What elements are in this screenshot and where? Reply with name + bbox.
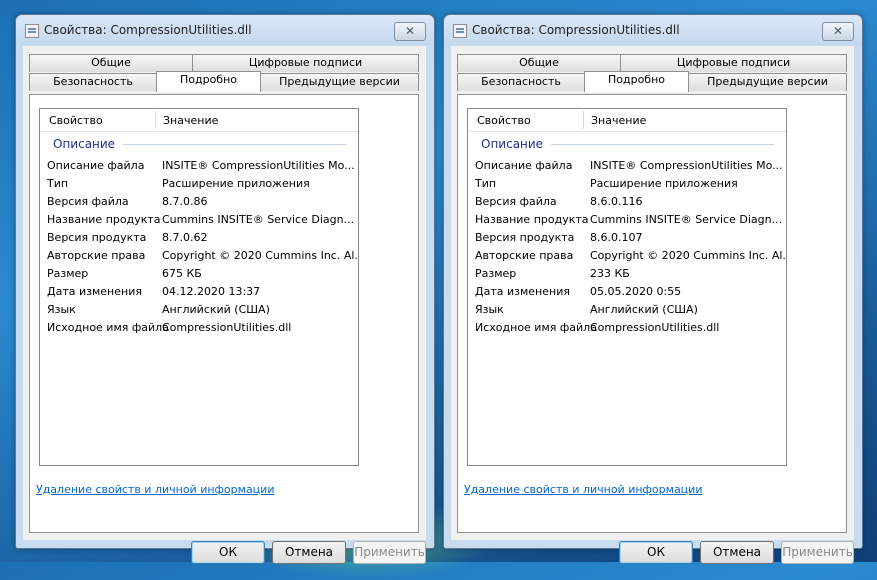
tab-general[interactable]: Общие <box>29 54 193 72</box>
tab-general[interactable]: Общие <box>457 54 621 72</box>
ok-button[interactable]: ОК <box>191 541 265 564</box>
column-property[interactable]: Свойство <box>49 114 103 127</box>
tab-security[interactable]: Безопасность <box>457 73 585 91</box>
list-item[interactable]: Исходное имя файла CompressionUtilities.d… <box>475 320 780 338</box>
list-item[interactable]: Тип Расширение приложения <box>47 176 352 194</box>
cancel-button[interactable]: Отмена <box>272 541 346 564</box>
column-value[interactable]: Значение <box>163 114 218 127</box>
properties-list[interactable]: Свойство Значение Описание Описание файл… <box>39 108 359 466</box>
column-separator[interactable] <box>583 111 584 129</box>
list-item[interactable]: Тип Расширение приложения <box>475 176 780 194</box>
close-button[interactable]: ✕ <box>394 22 426 41</box>
dll-file-icon <box>453 24 467 38</box>
list-item[interactable]: Название продукта Cummins INSITE® Service… <box>475 212 782 230</box>
group-description[interactable]: Описание <box>53 137 115 151</box>
list-item[interactable]: Описание файла INSITE® CompressionUtiliti… <box>47 158 355 176</box>
group-divider <box>551 144 774 145</box>
remove-properties-link[interactable]: Удаление свойств и личной информации <box>464 483 702 496</box>
close-icon: ✕ <box>832 24 844 38</box>
tab-digital-signatures[interactable]: Цифровые подписи <box>192 54 419 72</box>
properties-list[interactable]: Свойство Значение Описание Описание файл… <box>467 108 787 466</box>
list-item[interactable]: Авторские права Copyright © 2020 Cummins … <box>475 248 786 266</box>
ok-button[interactable]: ОК <box>619 541 693 564</box>
tab-previous-versions[interactable]: Предыдущие версии <box>688 73 847 91</box>
details-panel: Свойство Значение Описание Описание файл… <box>457 94 847 533</box>
list-header: Свойство Значение <box>40 109 358 132</box>
list-item[interactable]: Дата изменения 05.05.2020 0:55 <box>475 284 780 302</box>
list-item[interactable]: Название продукта Cummins INSITE® Service… <box>47 212 354 230</box>
list-item[interactable]: Версия файла 8.7.0.86 <box>47 194 352 212</box>
list-item[interactable]: Размер 675 КБ <box>47 266 352 284</box>
group-divider <box>123 144 346 145</box>
column-separator[interactable] <box>155 111 156 129</box>
list-item[interactable]: Версия файла 8.6.0.116 <box>475 194 780 212</box>
tab-previous-versions[interactable]: Предыдущие версии <box>260 73 419 91</box>
tab-security[interactable]: Безопасность <box>29 73 157 91</box>
dll-file-icon <box>25 24 39 38</box>
list-item[interactable]: Язык Английский (США) <box>475 302 780 320</box>
tab-details[interactable]: Подробно <box>584 71 689 92</box>
details-panel: Свойство Значение Описание Описание файл… <box>29 94 419 533</box>
title-bar[interactable]: Свойства: CompressionUtilities.dll ✕ <box>16 15 434 45</box>
apply-button[interactable]: Применить <box>781 541 854 564</box>
properties-window-2: Свойства: CompressionUtilities.dll ✕ Общ… <box>443 14 863 564</box>
list-item[interactable]: Язык Английский (США) <box>47 302 352 320</box>
column-value[interactable]: Значение <box>591 114 646 127</box>
dialog-client: Общие Цифровые подписи Безопасность Подр… <box>451 46 854 564</box>
window-title: Свойства: CompressionUtilities.dll <box>472 23 680 37</box>
list-item[interactable]: Версия продукта 8.7.0.62 <box>47 230 352 248</box>
list-header: Свойство Значение <box>468 109 786 132</box>
list-item[interactable]: Версия продукта 8.6.0.107 <box>475 230 780 248</box>
tab-details[interactable]: Подробно <box>156 71 261 92</box>
list-item[interactable]: Размер 233 КБ <box>475 266 780 284</box>
title-bar[interactable]: Свойства: CompressionUtilities.dll ✕ <box>444 15 862 45</box>
dialog-client: Общие Цифровые подписи Безопасность Подр… <box>23 46 426 564</box>
group-description[interactable]: Описание <box>481 137 543 151</box>
list-item[interactable]: Дата изменения 04.12.2020 13:37 <box>47 284 352 302</box>
column-property[interactable]: Свойство <box>477 114 531 127</box>
tab-digital-signatures[interactable]: Цифровые подписи <box>620 54 847 72</box>
list-item[interactable]: Описание файла INSITE® CompressionUtiliti… <box>475 158 783 176</box>
properties-window-1: Свойства: CompressionUtilities.dll ✕ Общ… <box>15 14 435 564</box>
apply-button[interactable]: Применить <box>353 541 426 564</box>
close-icon: ✕ <box>404 24 416 38</box>
window-title: Свойства: CompressionUtilities.dll <box>44 23 252 37</box>
close-button[interactable]: ✕ <box>822 22 854 41</box>
list-item[interactable]: Авторские права Copyright © 2020 Cummins … <box>47 248 358 266</box>
list-item[interactable]: Исходное имя файла CompressionUtilities.d… <box>47 320 352 338</box>
cancel-button[interactable]: Отмена <box>700 541 774 564</box>
remove-properties-link[interactable]: Удаление свойств и личной информации <box>36 483 274 496</box>
